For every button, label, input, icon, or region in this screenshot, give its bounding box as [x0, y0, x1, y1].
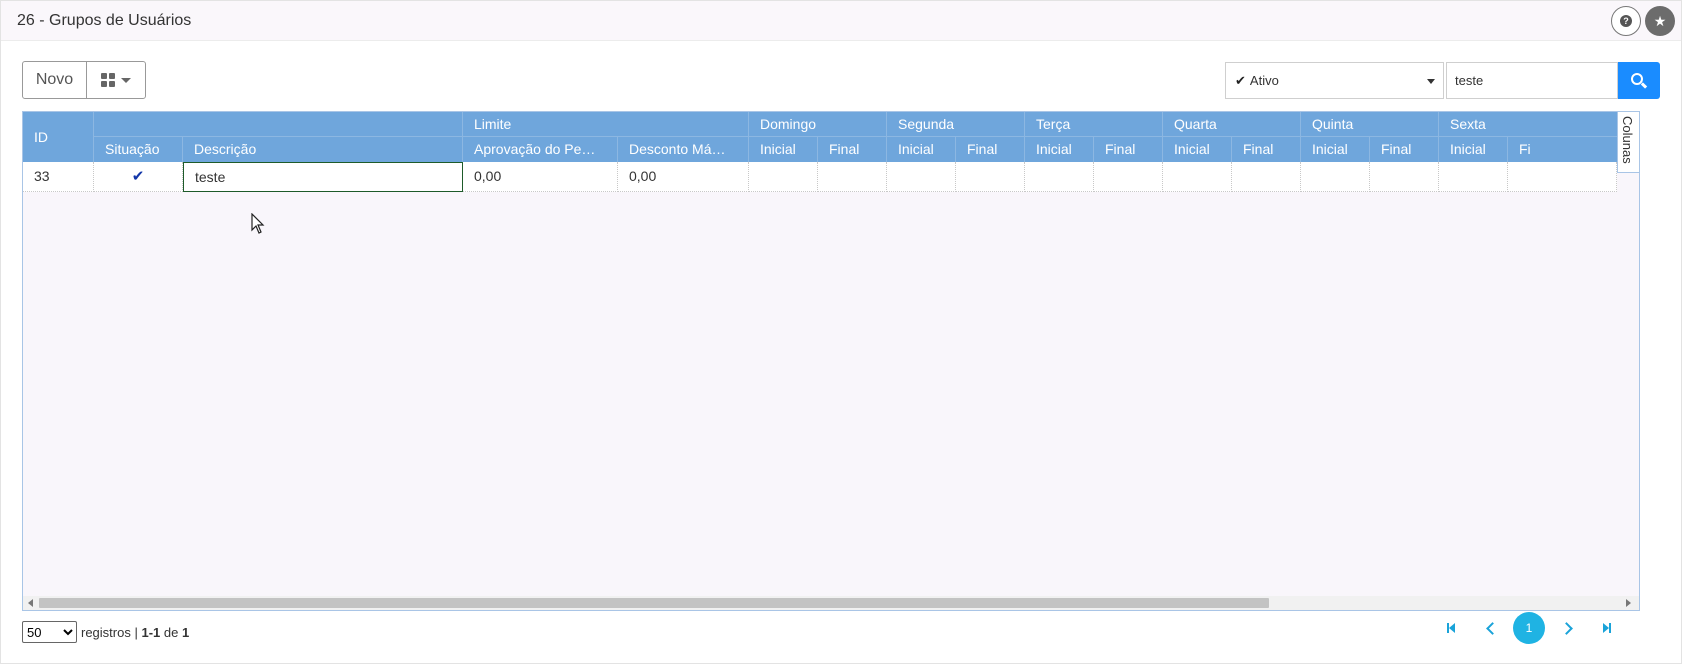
group-header-domingo: Domingo	[749, 112, 887, 137]
cell-segunda-inicial[interactable]	[887, 162, 956, 192]
page-size-select[interactable]: 10 25 50 100	[22, 621, 77, 643]
chevron-left-icon	[1485, 621, 1499, 635]
cell-terca-final[interactable]	[1094, 162, 1163, 192]
column-header-situacao[interactable]: Situação	[94, 137, 183, 162]
cell-aprovacao[interactable]: 0,00	[463, 162, 618, 192]
data-grid: Limite Domingo Segunda Terça Quarta Quin…	[22, 111, 1640, 611]
column-header-quarta-inicial[interactable]: Inicial	[1163, 137, 1232, 162]
star-icon: ★	[1653, 12, 1667, 29]
group-header-limite: Limite	[463, 112, 749, 137]
cell-quarta-final[interactable]	[1232, 162, 1301, 192]
first-page-button[interactable]	[1435, 612, 1467, 644]
search-button[interactable]	[1618, 62, 1660, 99]
cell-domingo-inicial[interactable]	[749, 162, 818, 192]
column-header-domingo-final[interactable]: Final	[818, 137, 887, 162]
records-total: 1	[181, 625, 190, 640]
column-header-desconto[interactable]: Desconto Má…	[618, 137, 749, 162]
grid-layout-icon	[101, 73, 115, 87]
last-page-icon	[1603, 623, 1611, 633]
cell-situacao[interactable]: ✔	[94, 162, 183, 192]
column-header-domingo-inicial[interactable]: Inicial	[749, 137, 818, 162]
app-window: 26 - Grupos de Usuários ? ★ Novo ✔ Ativo…	[0, 0, 1682, 664]
group-header-quarta: Quarta	[1163, 112, 1301, 137]
cell-domingo-final[interactable]	[818, 162, 887, 192]
horizontal-scrollbar[interactable]	[23, 596, 1639, 610]
column-header-quinta-inicial[interactable]: Inicial	[1301, 137, 1370, 162]
cell-quarta-inicial[interactable]	[1163, 162, 1232, 192]
column-header-aprovacao[interactable]: Aprovação do Pe…	[463, 137, 618, 162]
cell-quinta-inicial[interactable]	[1301, 162, 1370, 192]
columns-panel-label: Colunas	[1620, 116, 1635, 164]
column-header-descricao[interactable]: Descrição	[183, 137, 463, 162]
records-info: registros | 1-1 de 1	[81, 625, 189, 640]
group-header-empty	[94, 112, 463, 137]
check-icon: ✔	[131, 168, 145, 185]
records-label: registros |	[81, 625, 138, 640]
page-header: 26 - Grupos de Usuários ? ★	[1, 1, 1681, 41]
cell-sexta-inicial[interactable]	[1439, 162, 1508, 192]
new-button[interactable]: Novo	[23, 62, 87, 98]
previous-page-button[interactable]	[1474, 612, 1506, 644]
group-header-sexta: Sexta	[1439, 112, 1639, 137]
cell-segunda-final[interactable]	[956, 162, 1025, 192]
column-header-quinta-final[interactable]: Final	[1370, 137, 1439, 162]
page-button-current[interactable]: 1	[1513, 612, 1545, 644]
toolbar-button-group: Novo	[22, 61, 146, 99]
cell-terca-inicial[interactable]	[1025, 162, 1094, 192]
column-header-sexta-inicial[interactable]: Inicial	[1439, 137, 1508, 162]
scrollbar-thumb[interactable]	[39, 598, 1269, 608]
search-input[interactable]	[1446, 62, 1618, 99]
column-header-quarta-final[interactable]: Final	[1232, 137, 1301, 162]
cell-quinta-final[interactable]	[1370, 162, 1439, 192]
grid-group-header-row: Limite Domingo Segunda Terça Quarta Quin…	[23, 112, 1639, 137]
help-button[interactable]: ?	[1611, 6, 1641, 36]
columns-panel-tab[interactable]: Colunas	[1617, 112, 1639, 173]
cell-id[interactable]: 33	[23, 162, 94, 192]
group-header-quinta: Quinta	[1301, 112, 1439, 137]
scroll-right-icon[interactable]	[1626, 599, 1631, 607]
scroll-left-icon[interactable]	[28, 599, 33, 607]
column-header-terca-inicial[interactable]: Inicial	[1025, 137, 1094, 162]
grid-column-header-row: ID Situação Descrição Aprovação do Pe… D…	[23, 112, 1639, 162]
check-icon: ✔	[1235, 72, 1246, 88]
help-icon: ?	[1620, 15, 1632, 27]
cell-sexta-final[interactable]	[1508, 162, 1617, 192]
favorite-button[interactable]: ★	[1645, 6, 1675, 36]
caret-down-icon	[1427, 79, 1435, 84]
table-row[interactable]: 33 ✔ teste 0,00 0,00	[23, 162, 1617, 192]
search-icon	[1631, 72, 1648, 89]
group-header-segunda: Segunda	[887, 112, 1025, 137]
first-page-icon	[1447, 623, 1455, 633]
next-page-button[interactable]	[1552, 612, 1584, 644]
status-filter-value: Ativo	[1249, 73, 1279, 88]
column-header-segunda-inicial[interactable]: Inicial	[887, 137, 956, 162]
layout-dropdown-button[interactable]	[87, 62, 145, 98]
last-page-button[interactable]	[1591, 612, 1623, 644]
chevron-right-icon	[1559, 621, 1573, 635]
column-header-id[interactable]: ID	[23, 112, 94, 162]
column-header-segunda-final[interactable]: Final	[956, 137, 1025, 162]
records-range: 1-1	[141, 625, 161, 640]
status-filter-select[interactable]: ✔ Ativo	[1225, 62, 1444, 99]
caret-down-icon	[121, 77, 131, 83]
records-of-label: de	[163, 625, 179, 640]
column-header-terca-final[interactable]: Final	[1094, 137, 1163, 162]
cell-desconto[interactable]: 0,00	[618, 162, 749, 192]
cell-descricao[interactable]: teste	[183, 162, 463, 192]
page-title: 26 - Grupos de Usuários	[17, 12, 192, 29]
group-header-terca: Terça	[1025, 112, 1163, 137]
